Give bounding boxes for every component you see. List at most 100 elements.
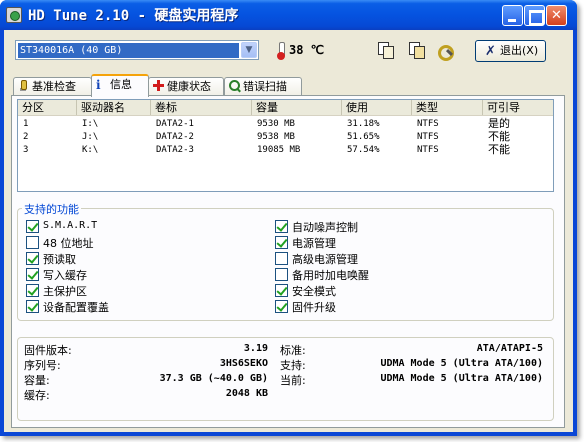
magnifier-icon (229, 80, 240, 92)
firmware-value: 3.19 (243, 343, 268, 354)
window-client-area: ST340016A (40 GB) ▼ 38 ℃ ✗ 退出(X) 基准检查 i … (4, 30, 573, 432)
current-mode-value: UDMA Mode 5 (Ultra ATA/100) (380, 373, 543, 384)
column-header-type[interactable]: 类型 (412, 100, 483, 115)
checkbox[interactable] (26, 268, 39, 281)
capacity-value: 37.3 GB (~40.0 GB) (159, 373, 268, 384)
firmware-label: 固件版本: (24, 344, 72, 357)
checkbox[interactable] (275, 252, 288, 265)
minimize-button[interactable] (502, 5, 523, 26)
table-row[interactable]: 1 I:\ DATA2-1 9530 MB 31.18% NTFS 是的 (18, 118, 553, 130)
partition-used: 51.65% (347, 132, 380, 142)
partition-capacity: 9530 MB (257, 119, 295, 129)
feature-label: 固件升级 (292, 301, 336, 314)
feature-label: 写入缓存 (43, 269, 87, 282)
partition-used: 31.18% (347, 119, 380, 129)
temperature-readout: 38 ℃ (289, 43, 325, 57)
serial-label: 序列号: (24, 359, 61, 372)
tab-label: 错误扫描 (243, 80, 287, 93)
feature-label: S.M.A.R.T (43, 220, 98, 231)
tab-health[interactable]: 健康状态 (148, 77, 224, 96)
drive-details-group: 固件版本: 3.19 序列号: 3HS6SEKO 容量: 37.3 GB (~4… (17, 337, 554, 421)
hd-tune-app-icon[interactable] (6, 7, 22, 23)
serial-value: 3HS6SEKO (219, 358, 268, 369)
group-title: 支持的功能 (22, 201, 81, 217)
options-icon[interactable] (436, 41, 454, 61)
column-header-drive[interactable]: 驱动器名 (77, 100, 151, 115)
chevron-down-icon[interactable]: ▼ (241, 42, 257, 58)
window-title: HD Tune 2.10 - 硬盘实用程序 (28, 8, 239, 24)
supported-features-group: 支持的功能 S.M.A.R.T 48 位地址 预读取 写入缓存 主保护区 设备配… (17, 201, 554, 321)
partition-number: 3 (23, 145, 29, 155)
benchmark-icon (18, 80, 29, 92)
partition-number: 2 (23, 132, 29, 142)
column-header-partition[interactable]: 分区 (18, 100, 77, 115)
partition-capacity: 9538 MB (257, 132, 295, 142)
exit-button-label: 退出(X) (500, 44, 539, 57)
volume-label: DATA2-3 (156, 145, 194, 155)
feature-label: 高级电源管理 (292, 253, 358, 266)
feature-label: 自动噪声控制 (292, 221, 358, 234)
exit-x-icon: ✗ (485, 44, 496, 59)
feature-label: 预读取 (43, 253, 76, 266)
health-cross-icon (153, 80, 164, 92)
thermometer-icon (277, 42, 285, 60)
feature-label: 电源管理 (292, 237, 336, 250)
drive-select[interactable]: ST340016A (40 GB) ▼ (15, 40, 259, 60)
supported-mode-value: UDMA Mode 5 (Ultra ATA/100) (380, 358, 543, 369)
capacity-label: 容量: (24, 374, 50, 387)
partition-type: NTFS (417, 145, 439, 155)
feature-label: 设备配置覆盖 (43, 301, 109, 314)
supported-mode-label: 支持: (280, 359, 306, 372)
feature-label: 主保护区 (43, 285, 87, 298)
info-icon: i (96, 78, 101, 92)
checkbox[interactable] (26, 236, 39, 249)
tab-benchmark[interactable]: 基准检查 (13, 77, 92, 96)
close-button[interactable]: ✕ (546, 5, 567, 26)
tab-info[interactable]: i 信息 (91, 74, 149, 97)
copy-icon[interactable] (376, 41, 394, 59)
feature-label: 安全模式 (292, 285, 336, 298)
feature-label: 48 位地址 (43, 237, 94, 250)
checkbox[interactable] (26, 220, 39, 233)
volume-label: DATA2-2 (156, 132, 194, 142)
standard-label: 标准: (280, 344, 306, 357)
title-bar[interactable]: HD Tune 2.10 - 硬盘实用程序 ✕ (0, 0, 577, 30)
cache-value: 2048 KB (225, 388, 268, 399)
table-row[interactable]: 2 J:\ DATA2-2 9538 MB 51.65% NTFS 不能 (18, 131, 553, 143)
checkbox[interactable] (275, 300, 288, 313)
cache-label: 缓存: (24, 389, 50, 402)
tab-error-scan[interactable]: 错误扫描 (224, 77, 302, 96)
checkbox[interactable] (26, 252, 39, 265)
tab-label: 健康状态 (167, 80, 211, 93)
app-window: HD Tune 2.10 - 硬盘实用程序 ✕ ST340016A (40 GB… (0, 0, 577, 436)
standard-value: ATA/ATAPI-5 (476, 343, 543, 354)
drive-letter: I:\ (82, 119, 99, 129)
column-header-used[interactable]: 使用 (342, 100, 412, 115)
column-header-bootable[interactable]: 可引导 (483, 100, 555, 115)
checkbox[interactable] (275, 284, 288, 297)
partition-bootable: 不能 (488, 130, 510, 143)
checkbox[interactable] (275, 220, 288, 233)
copy-all-icon[interactable] (407, 41, 425, 59)
partition-list[interactable]: 分区 驱动器名 卷标 容量 使用 类型 可引导 1 I:\ DATA2-1 95… (17, 99, 554, 192)
column-header-label[interactable]: 卷标 (151, 100, 252, 115)
checkbox[interactable] (275, 268, 288, 281)
maximize-button[interactable] (524, 5, 545, 26)
drive-select-value: ST340016A (40 GB) (18, 43, 239, 58)
current-mode-label: 当前: (280, 374, 306, 387)
exit-button[interactable]: ✗ 退出(X) (475, 40, 546, 62)
info-panel: 分区 驱动器名 卷标 容量 使用 类型 可引导 1 I:\ DATA2-1 95… (11, 95, 565, 428)
table-row[interactable]: 3 K:\ DATA2-3 19085 MB 57.54% NTFS 不能 (18, 144, 553, 156)
partition-capacity: 19085 MB (257, 145, 301, 155)
tab-label: 信息 (110, 78, 132, 91)
partition-number: 1 (23, 119, 29, 129)
checkbox[interactable] (26, 300, 39, 313)
partition-bootable: 是的 (488, 117, 510, 130)
checkbox[interactable] (26, 284, 39, 297)
column-header-capacity[interactable]: 容量 (252, 100, 342, 115)
tab-label: 基准检查 (32, 80, 76, 93)
feature-label: 备用时加电唤醒 (292, 269, 369, 282)
list-header: 分区 驱动器名 卷标 容量 使用 类型 可引导 (18, 100, 553, 116)
checkbox[interactable] (275, 236, 288, 249)
drive-letter: K:\ (82, 145, 99, 155)
